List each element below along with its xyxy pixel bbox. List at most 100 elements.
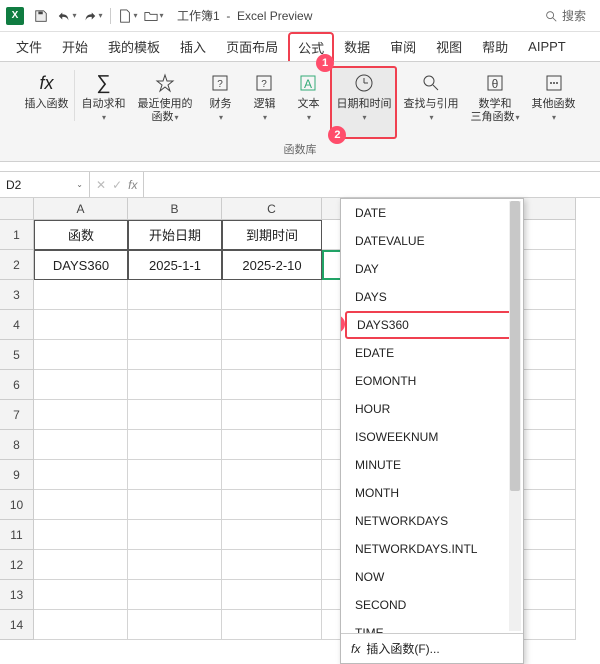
cell[interactable]: [128, 610, 222, 640]
tab-file[interactable]: 文件: [6, 31, 52, 62]
cell[interactable]: [222, 340, 322, 370]
cell[interactable]: [222, 310, 322, 340]
menu-item-second[interactable]: SECOND: [341, 591, 523, 619]
tab-insert[interactable]: 插入: [170, 31, 216, 62]
tab-home[interactable]: 开始: [52, 31, 98, 62]
recent-functions-button[interactable]: 最近使用的 函数▾: [131, 66, 198, 139]
select-all-corner[interactable]: [0, 198, 34, 220]
cell[interactable]: [222, 430, 322, 460]
col-header-A[interactable]: A: [34, 198, 128, 220]
row-header[interactable]: 14: [0, 610, 34, 640]
cell[interactable]: [222, 610, 322, 640]
cell[interactable]: [222, 460, 322, 490]
insert-function-button[interactable]: fx 插入函数: [18, 66, 74, 139]
cell[interactable]: [34, 340, 128, 370]
cell[interactable]: [128, 460, 222, 490]
col-header-C[interactable]: C: [222, 198, 322, 220]
cell-C1[interactable]: 到期时间: [222, 220, 322, 250]
menu-item-time[interactable]: TIME: [341, 619, 523, 633]
logical-button[interactable]: ? 逻辑▾: [242, 66, 286, 139]
cell[interactable]: [222, 580, 322, 610]
cell[interactable]: [222, 370, 322, 400]
cell[interactable]: [222, 490, 322, 520]
menu-item-days360[interactable]: DAYS3603: [345, 311, 519, 339]
cell-C2[interactable]: 2025-2-10: [222, 250, 322, 280]
tab-review[interactable]: 审阅: [380, 31, 426, 62]
row-header[interactable]: 7: [0, 400, 34, 430]
cell[interactable]: [34, 520, 128, 550]
menu-item-datevalue[interactable]: DATEVALUE: [341, 227, 523, 255]
cell[interactable]: [34, 430, 128, 460]
menu-scrollbar[interactable]: [509, 201, 521, 631]
cell[interactable]: [222, 550, 322, 580]
menu-item-eomonth[interactable]: EOMONTH: [341, 367, 523, 395]
cell-B1[interactable]: 开始日期: [128, 220, 222, 250]
tab-formulas[interactable]: 公式 1: [288, 32, 334, 61]
row-header[interactable]: 4: [0, 310, 34, 340]
cell[interactable]: [128, 550, 222, 580]
menu-item-edate[interactable]: EDATE: [341, 339, 523, 367]
menu-item-date[interactable]: DATE: [341, 199, 523, 227]
cell[interactable]: [222, 280, 322, 310]
cell[interactable]: [34, 490, 128, 520]
tab-help[interactable]: 帮助: [472, 31, 518, 62]
menu-item-isoweeknum[interactable]: ISOWEEKNUM: [341, 423, 523, 451]
cell[interactable]: [128, 370, 222, 400]
cell[interactable]: [34, 610, 128, 640]
insert-function-menu-item[interactable]: fx 插入函数(F)...: [341, 633, 523, 663]
open-file-button[interactable]: ▾: [141, 3, 167, 29]
row-header[interactable]: 9: [0, 460, 34, 490]
mathtrig-button[interactable]: θ 数学和 三角函数▾: [464, 66, 525, 139]
fx-icon[interactable]: fx: [128, 178, 137, 192]
tab-page-layout[interactable]: 页面布局: [216, 31, 288, 62]
cell[interactable]: [128, 580, 222, 610]
redo-button[interactable]: ▾: [80, 3, 106, 29]
row-header[interactable]: 3: [0, 280, 34, 310]
autosum-button[interactable]: ∑ 自动求和▾: [75, 66, 131, 139]
row-header[interactable]: 2: [0, 250, 34, 280]
tab-templates[interactable]: 我的模板: [98, 31, 170, 62]
financial-button[interactable]: ? 财务▾: [198, 66, 242, 139]
tab-aippt[interactable]: AIPPT: [518, 33, 576, 60]
cell[interactable]: [128, 520, 222, 550]
cell[interactable]: [34, 280, 128, 310]
save-button[interactable]: [28, 3, 54, 29]
cancel-icon[interactable]: ✕: [96, 178, 106, 192]
row-header[interactable]: 5: [0, 340, 34, 370]
cell[interactable]: [34, 580, 128, 610]
cell[interactable]: [128, 400, 222, 430]
cell[interactable]: [128, 430, 222, 460]
cell-A1[interactable]: 函数: [34, 220, 128, 250]
menu-item-now[interactable]: NOW: [341, 563, 523, 591]
formula-input[interactable]: [144, 172, 600, 197]
cell[interactable]: [222, 520, 322, 550]
menu-item-minute[interactable]: MINUTE: [341, 451, 523, 479]
cell[interactable]: [34, 550, 128, 580]
row-header[interactable]: 8: [0, 430, 34, 460]
cell[interactable]: [128, 310, 222, 340]
cell[interactable]: [222, 400, 322, 430]
datetime-button[interactable]: 日期和时间▾ 2: [330, 66, 397, 139]
row-header[interactable]: 11: [0, 520, 34, 550]
more-functions-button[interactable]: 其他函数▾: [526, 66, 582, 139]
row-header[interactable]: 13: [0, 580, 34, 610]
cell[interactable]: [34, 400, 128, 430]
menu-item-month[interactable]: MONTH: [341, 479, 523, 507]
menu-item-days[interactable]: DAYS: [341, 283, 523, 311]
cell-A2[interactable]: DAYS360: [34, 250, 128, 280]
row-header[interactable]: 10: [0, 490, 34, 520]
search-box[interactable]: 搜索: [544, 7, 586, 24]
cell-B2[interactable]: 2025-1-1: [128, 250, 222, 280]
text-button[interactable]: A 文本▾: [286, 66, 330, 139]
row-header[interactable]: 1: [0, 220, 34, 250]
col-header-B[interactable]: B: [128, 198, 222, 220]
name-box[interactable]: D2 ⌄: [0, 172, 90, 197]
lookup-button[interactable]: 查找与引用▾: [397, 66, 464, 139]
tab-data[interactable]: 数据: [334, 31, 380, 62]
menu-item-hour[interactable]: HOUR: [341, 395, 523, 423]
scrollbar-thumb[interactable]: [510, 201, 520, 491]
cell[interactable]: [128, 490, 222, 520]
cell[interactable]: [34, 370, 128, 400]
menu-item-networkdays.intl[interactable]: NETWORKDAYS.INTL: [341, 535, 523, 563]
menu-item-networkdays[interactable]: NETWORKDAYS: [341, 507, 523, 535]
